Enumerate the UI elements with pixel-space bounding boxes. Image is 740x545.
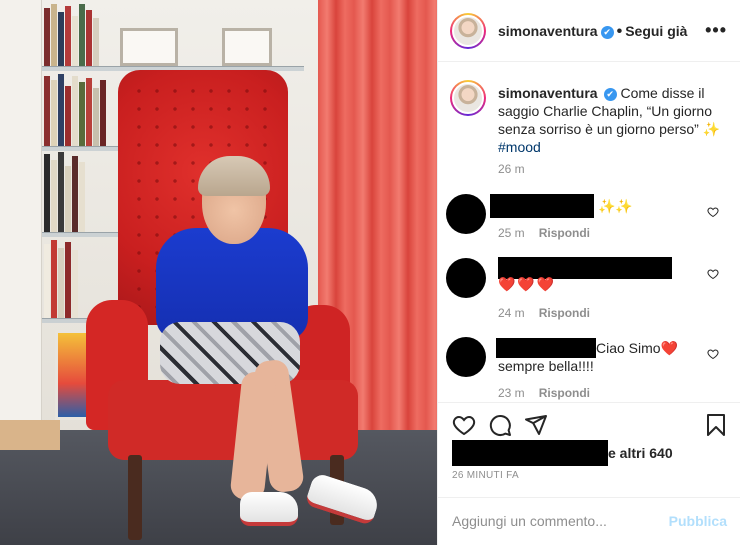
comment-meta: 24 m Rispondi bbox=[498, 306, 590, 320]
comment-item: ✨✨ 25 m Rispondi bbox=[438, 190, 740, 250]
likes-count[interactable]: e altri 640 bbox=[608, 445, 673, 461]
caption-time: 26 m bbox=[498, 162, 525, 176]
verified-icon: ✔ bbox=[600, 26, 614, 39]
comment-text-continued: sempre bella!!!! bbox=[498, 358, 594, 374]
avatar[interactable] bbox=[450, 13, 486, 49]
redacted-username bbox=[496, 338, 596, 358]
comment-item: Ciao Simo❤️ sempre bella!!!! 23 m Rispond… bbox=[438, 336, 740, 402]
caption-emoji: ✨ bbox=[702, 121, 721, 137]
comment-avatar[interactable] bbox=[446, 337, 486, 377]
photo-baseboard bbox=[0, 420, 60, 450]
comment-text: Ciao Simo❤️ bbox=[596, 340, 679, 356]
comment-avatar[interactable] bbox=[446, 194, 486, 234]
photo-picture-frame bbox=[120, 28, 178, 66]
post-photo[interactable] bbox=[0, 0, 437, 545]
comment-meta: 23 m Rispondi bbox=[498, 386, 590, 400]
photo-shelf bbox=[42, 146, 122, 151]
action-bar bbox=[438, 402, 740, 444]
separator-dot: • bbox=[616, 23, 623, 40]
redacted-username bbox=[490, 194, 594, 218]
heart-icon[interactable] bbox=[707, 206, 719, 218]
caption-hashtag[interactable]: #mood bbox=[498, 139, 541, 155]
comment-text: ✨✨ bbox=[598, 198, 633, 214]
more-icon[interactable]: ••• bbox=[705, 21, 727, 39]
heart-icon[interactable] bbox=[707, 268, 719, 280]
photo-books bbox=[44, 74, 106, 146]
redacted-liker bbox=[452, 440, 608, 466]
comment-time: 23 m bbox=[498, 386, 525, 400]
post-header: simonaventura ✔ • Segui già ••• bbox=[438, 0, 740, 62]
follow-button[interactable]: Segui già bbox=[625, 23, 687, 39]
post-time-ago: 26 MINUTI FA bbox=[452, 470, 519, 481]
verified-icon: ✔ bbox=[603, 88, 617, 101]
share-icon[interactable] bbox=[524, 413, 548, 437]
photo-pillar bbox=[0, 0, 42, 428]
photo-books bbox=[44, 152, 85, 232]
photo-chair-leg bbox=[128, 455, 142, 540]
caption-username[interactable]: simonaventura bbox=[498, 85, 598, 101]
reply-button[interactable]: Rispondi bbox=[539, 386, 590, 400]
publish-button[interactable]: Pubblica bbox=[669, 513, 727, 529]
comment-text: ❤️❤️❤️ bbox=[498, 276, 557, 292]
post-side-panel: simonaventura ✔ • Segui già ••• simonaventu… bbox=[437, 0, 740, 545]
heart-icon[interactable] bbox=[452, 413, 476, 437]
comment-icon[interactable] bbox=[488, 413, 512, 437]
header-user-row: simonaventura ✔ • Segui già bbox=[498, 23, 687, 41]
add-comment-bar: Aggiungi un commento... Pubblica bbox=[438, 497, 740, 545]
caption-avatar[interactable] bbox=[450, 80, 486, 116]
heart-icon[interactable] bbox=[707, 348, 719, 360]
photo-books bbox=[44, 240, 78, 318]
comment-input[interactable]: Aggiungi un commento... bbox=[452, 513, 607, 529]
comment-meta: 25 m Rispondi bbox=[498, 226, 590, 240]
photo-shelf bbox=[42, 232, 122, 237]
photo-books bbox=[44, 4, 99, 66]
comment-time: 24 m bbox=[498, 306, 525, 320]
photo-picture-frame bbox=[222, 28, 272, 66]
caption: simonaventura ✔ Come disse il saggio Char… bbox=[498, 84, 728, 156]
photo-chair-seat bbox=[108, 380, 358, 460]
comment-item: ❤️❤️❤️ 24 m Rispondi bbox=[438, 256, 740, 326]
comment-time: 25 m bbox=[498, 226, 525, 240]
reply-button[interactable]: Rispondi bbox=[539, 226, 590, 240]
photo-person-shoe bbox=[240, 492, 298, 526]
header-username[interactable]: simonaventura bbox=[498, 23, 598, 39]
bookmark-icon[interactable] bbox=[704, 413, 728, 437]
reply-button[interactable]: Rispondi bbox=[539, 306, 590, 320]
comment-avatar[interactable] bbox=[446, 258, 486, 298]
